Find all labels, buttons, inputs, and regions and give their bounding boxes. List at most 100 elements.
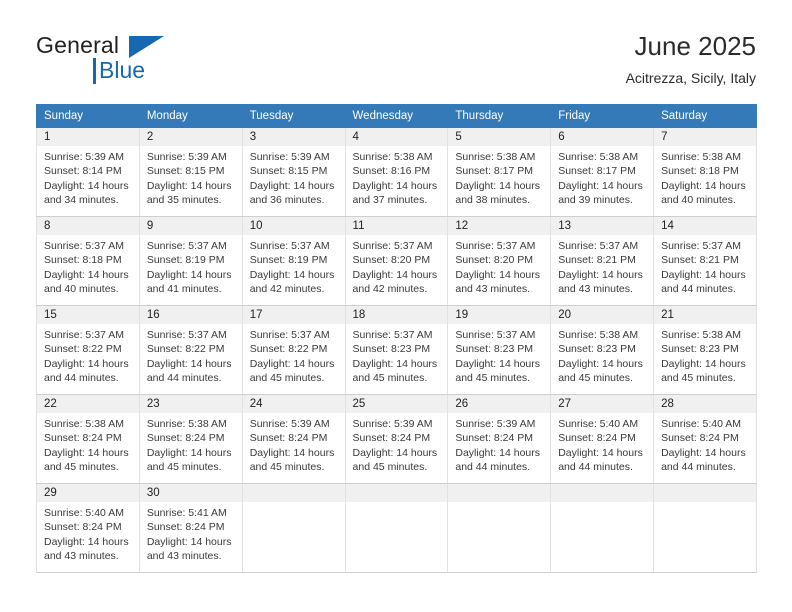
daylight-duration-line2: and 34 minutes. [44, 194, 119, 207]
calendar-day-cell[interactable]: 30 Sunrise: 5:41 AM Sunset: 8:24 PM Dayligh… [138, 483, 243, 573]
sunset-time: Sunset: 8:19 PM [146, 254, 225, 267]
sunrise-time: Sunrise: 5:37 AM [455, 329, 536, 341]
day-number: 21 [654, 306, 756, 324]
column-header-tuesday: Tuesday [241, 104, 346, 128]
day-details [654, 502, 756, 506]
calendar-day-cell[interactable]: 25 Sunrise: 5:39 AM Sunset: 8:24 PM Dayligh… [344, 394, 449, 484]
day-details: Sunrise: 5:38 AM Sunset: 8:23 PM Daylight:… [654, 324, 756, 386]
daylight-duration-line1: Daylight: 14 hours [146, 179, 232, 192]
daylight-duration-line1: Daylight: 14 hours [455, 446, 541, 459]
calendar-day-cell[interactable]: 5 Sunrise: 5:38 AM Sunset: 8:17 PM Daylight… [447, 127, 552, 217]
sunrise-time: Sunrise: 5:37 AM [249, 329, 330, 341]
calendar-day-cell[interactable]: 18 Sunrise: 5:37 AM Sunset: 8:23 PM Dayligh… [344, 305, 449, 395]
day-details: Sunrise: 5:37 AM Sunset: 8:18 PM Daylight:… [37, 235, 139, 297]
sunrise-time: Sunrise: 5:38 AM [558, 329, 639, 341]
day-details [448, 502, 550, 506]
day-number: 26 [448, 395, 551, 413]
daylight-duration-line1: Daylight: 14 hours [455, 268, 541, 281]
daylight-duration-line2: and 45 minutes. [249, 461, 325, 474]
day-number: 13 [551, 217, 654, 235]
day-details: Sunrise: 5:38 AM Sunset: 8:16 PM Daylight:… [346, 146, 448, 208]
day-details [346, 502, 448, 506]
calendar-day-cell[interactable]: 22 Sunrise: 5:38 AM Sunset: 8:24 PM Dayligh… [36, 394, 140, 484]
calendar-day-cell[interactable]: 6 Sunrise: 5:38 AM Sunset: 8:17 PM Daylight… [550, 127, 655, 217]
page-title: June 2025 [634, 31, 756, 61]
daylight-duration-line1: Daylight: 14 hours [661, 268, 746, 281]
calendar-day-cell[interactable]: 15 Sunrise: 5:37 AM Sunset: 8:22 PM Dayligh… [36, 305, 140, 395]
sunrise-time: Sunrise: 5:37 AM [146, 329, 227, 341]
sunrise-time: Sunrise: 5:38 AM [661, 329, 742, 341]
day-details: Sunrise: 5:40 AM Sunset: 8:24 PM Daylight:… [37, 502, 139, 564]
daylight-duration-line1: Daylight: 14 hours [558, 446, 643, 459]
day-number: 1 [37, 128, 139, 146]
calendar-week-row: 8 Sunrise: 5:37 AM Sunset: 8:18 PM Daylight… [36, 216, 757, 306]
sunset-time: Sunset: 8:22 PM [249, 343, 328, 356]
day-number: 12 [448, 217, 551, 235]
calendar-day-cell[interactable]: 11 Sunrise: 5:37 AM Sunset: 8:20 PM Dayligh… [344, 216, 449, 306]
calendar-cell-empty [344, 483, 449, 573]
calendar-day-cell[interactable]: 8 Sunrise: 5:37 AM Sunset: 8:18 PM Daylight… [36, 216, 140, 306]
calendar-day-cell[interactable]: 29 Sunrise: 5:40 AM Sunset: 8:24 PM Dayligh… [36, 483, 140, 573]
calendar-day-cell[interactable]: 23 Sunrise: 5:38 AM Sunset: 8:24 PM Dayligh… [138, 394, 243, 484]
sunset-time: Sunset: 8:23 PM [455, 343, 534, 356]
calendar-day-cell[interactable]: 21 Sunrise: 5:38 AM Sunset: 8:23 PM Dayligh… [653, 305, 757, 395]
daylight-duration-line1: Daylight: 14 hours [558, 357, 643, 370]
daylight-duration-line1: Daylight: 14 hours [455, 179, 541, 192]
sunrise-time: Sunrise: 5:37 AM [249, 240, 330, 252]
general-blue-logo[interactable]: General Blue [36, 32, 216, 88]
calendar-day-cell[interactable]: 9 Sunrise: 5:37 AM Sunset: 8:19 PM Daylight… [138, 216, 243, 306]
daylight-duration-line2: and 43 minutes. [455, 283, 531, 296]
column-header-monday: Monday [138, 104, 243, 128]
page-header: General Blue June 2025 Acitrezza, Sicily… [0, 0, 792, 96]
calendar-day-cell[interactable]: 27 Sunrise: 5:40 AM Sunset: 8:24 PM Dayligh… [550, 394, 655, 484]
sunset-time: Sunset: 8:24 PM [146, 521, 225, 534]
calendar-day-cell[interactable]: 24 Sunrise: 5:39 AM Sunset: 8:24 PM Dayligh… [241, 394, 346, 484]
sunset-time: Sunset: 8:17 PM [455, 165, 534, 178]
calendar-day-cell[interactable]: 3 Sunrise: 5:39 AM Sunset: 8:15 PM Daylight… [241, 127, 346, 217]
daylight-duration-line1: Daylight: 14 hours [661, 179, 746, 192]
calendar-day-cell[interactable]: 28 Sunrise: 5:40 AM Sunset: 8:24 PM Dayligh… [653, 394, 757, 484]
calendar-day-cell[interactable]: 2 Sunrise: 5:39 AM Sunset: 8:15 PM Daylight… [138, 127, 243, 217]
calendar-day-cell[interactable]: 7 Sunrise: 5:38 AM Sunset: 8:18 PM Daylight… [653, 127, 757, 217]
calendar-day-cell[interactable]: 26 Sunrise: 5:39 AM Sunset: 8:24 PM Dayligh… [447, 394, 552, 484]
daylight-duration-line2: and 45 minutes. [44, 461, 119, 474]
day-details: Sunrise: 5:37 AM Sunset: 8:21 PM Daylight:… [654, 235, 756, 297]
day-details: Sunrise: 5:38 AM Sunset: 8:17 PM Daylight:… [448, 146, 550, 208]
calendar-day-cell[interactable]: 4 Sunrise: 5:38 AM Sunset: 8:16 PM Daylight… [344, 127, 449, 217]
daylight-duration-line2: and 44 minutes. [455, 461, 531, 474]
logo-vertical-bar-icon [93, 58, 96, 84]
daylight-duration-line2: and 37 minutes. [352, 194, 428, 207]
day-number: 5 [448, 128, 551, 146]
sunrise-time: Sunrise: 5:38 AM [455, 151, 536, 163]
daylight-duration-line2: and 43 minutes. [44, 550, 119, 563]
daylight-duration-line1: Daylight: 14 hours [661, 357, 746, 370]
calendar-day-cell[interactable]: 10 Sunrise: 5:37 AM Sunset: 8:19 PM Dayligh… [241, 216, 346, 306]
sunrise-time: Sunrise: 5:38 AM [44, 418, 124, 430]
day-details: Sunrise: 5:37 AM Sunset: 8:22 PM Daylight:… [243, 324, 345, 386]
sunrise-time: Sunrise: 5:37 AM [661, 240, 742, 252]
day-details: Sunrise: 5:37 AM Sunset: 8:20 PM Daylight:… [448, 235, 550, 297]
calendar-day-cell[interactable]: 16 Sunrise: 5:37 AM Sunset: 8:22 PM Dayligh… [138, 305, 243, 395]
calendar-day-cell[interactable]: 13 Sunrise: 5:37 AM Sunset: 8:21 PM Dayligh… [550, 216, 655, 306]
sunrise-time: Sunrise: 5:39 AM [249, 418, 330, 430]
sunset-time: Sunset: 8:24 PM [558, 432, 636, 445]
daylight-duration-line2: and 45 minutes. [249, 372, 325, 385]
calendar-day-cell[interactable]: 12 Sunrise: 5:37 AM Sunset: 8:20 PM Dayligh… [447, 216, 552, 306]
daylight-duration-line1: Daylight: 14 hours [455, 357, 541, 370]
calendar-day-cell[interactable]: 19 Sunrise: 5:37 AM Sunset: 8:23 PM Dayligh… [447, 305, 552, 395]
calendar-day-cell[interactable]: 1 Sunrise: 5:39 AM Sunset: 8:14 PM Daylight… [36, 127, 140, 217]
day-number: 17 [242, 306, 345, 324]
daylight-duration-line2: and 45 minutes. [352, 372, 428, 385]
calendar-day-cell[interactable]: 20 Sunrise: 5:38 AM Sunset: 8:23 PM Dayligh… [550, 305, 655, 395]
logo-triangle-icon [129, 36, 164, 58]
calendar-day-cell[interactable]: 14 Sunrise: 5:37 AM Sunset: 8:21 PM Dayligh… [653, 216, 757, 306]
day-number: 16 [139, 306, 242, 324]
column-header-wednesday: Wednesday [344, 104, 449, 128]
calendar-cell-empty [241, 483, 346, 573]
calendar-day-cell[interactable]: 17 Sunrise: 5:37 AM Sunset: 8:22 PM Dayligh… [241, 305, 346, 395]
day-details: Sunrise: 5:40 AM Sunset: 8:24 PM Daylight:… [654, 413, 756, 475]
sunset-time: Sunset: 8:22 PM [146, 343, 225, 356]
sunrise-time: Sunrise: 5:37 AM [558, 240, 639, 252]
day-number: 14 [654, 217, 756, 235]
daylight-duration-line2: and 41 minutes. [146, 283, 222, 296]
